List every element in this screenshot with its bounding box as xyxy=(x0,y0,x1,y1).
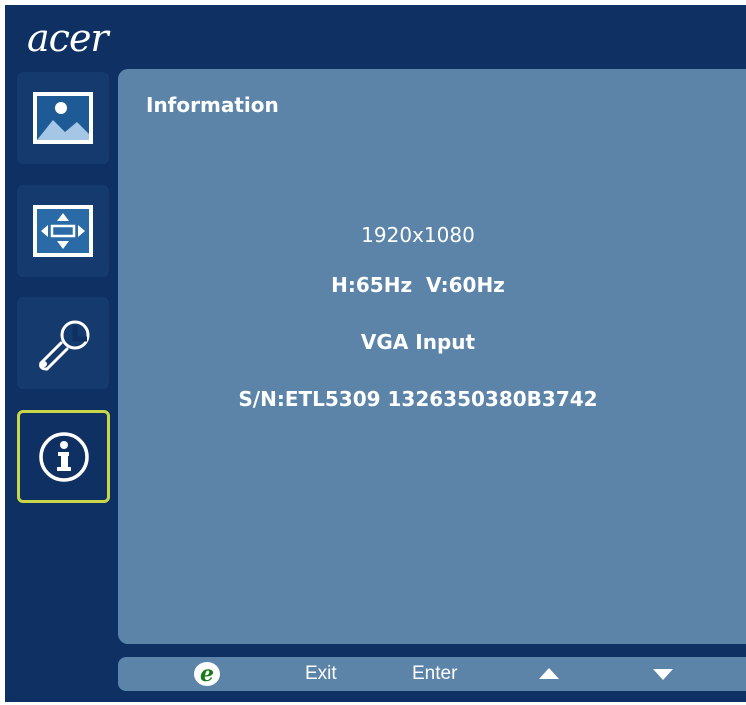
tab-position[interactable] xyxy=(17,185,109,277)
picture-icon xyxy=(33,92,93,144)
tab-information[interactable] xyxy=(17,410,110,503)
info-icon xyxy=(38,431,89,482)
frequency-value: H:65Hz V:60Hz xyxy=(331,273,505,297)
serial-number-value: S/N:ETL5309 1326350380B3742 xyxy=(238,387,598,411)
tab-settings[interactable] xyxy=(17,297,109,389)
acer-logo: acer xyxy=(27,16,109,60)
acer-empowering-e-icon: e xyxy=(194,661,220,687)
up-triangle-icon xyxy=(539,668,559,679)
down-triangle-icon xyxy=(653,669,673,680)
settings-wrench-icon xyxy=(39,320,90,371)
osd-window: acer Information 1920x1080 H:65Hz V:60Hz… xyxy=(5,5,746,702)
exit-button[interactable]: Exit xyxy=(305,657,337,691)
down-button[interactable] xyxy=(652,657,674,691)
position-icon xyxy=(33,205,93,257)
panel-title: Information xyxy=(146,93,279,117)
control-bar: e Exit Enter xyxy=(118,657,746,691)
svg-text:e: e xyxy=(200,661,214,687)
enter-button[interactable]: Enter xyxy=(412,657,457,691)
tab-picture[interactable] xyxy=(17,72,109,164)
resolution-value: 1920x1080 xyxy=(361,223,475,247)
input-source-value: VGA Input xyxy=(360,330,476,354)
up-button[interactable] xyxy=(538,657,560,691)
empowering-key[interactable]: e xyxy=(192,657,222,691)
information-panel: Information 1920x1080 H:65Hz V:60Hz VGA … xyxy=(118,69,746,644)
